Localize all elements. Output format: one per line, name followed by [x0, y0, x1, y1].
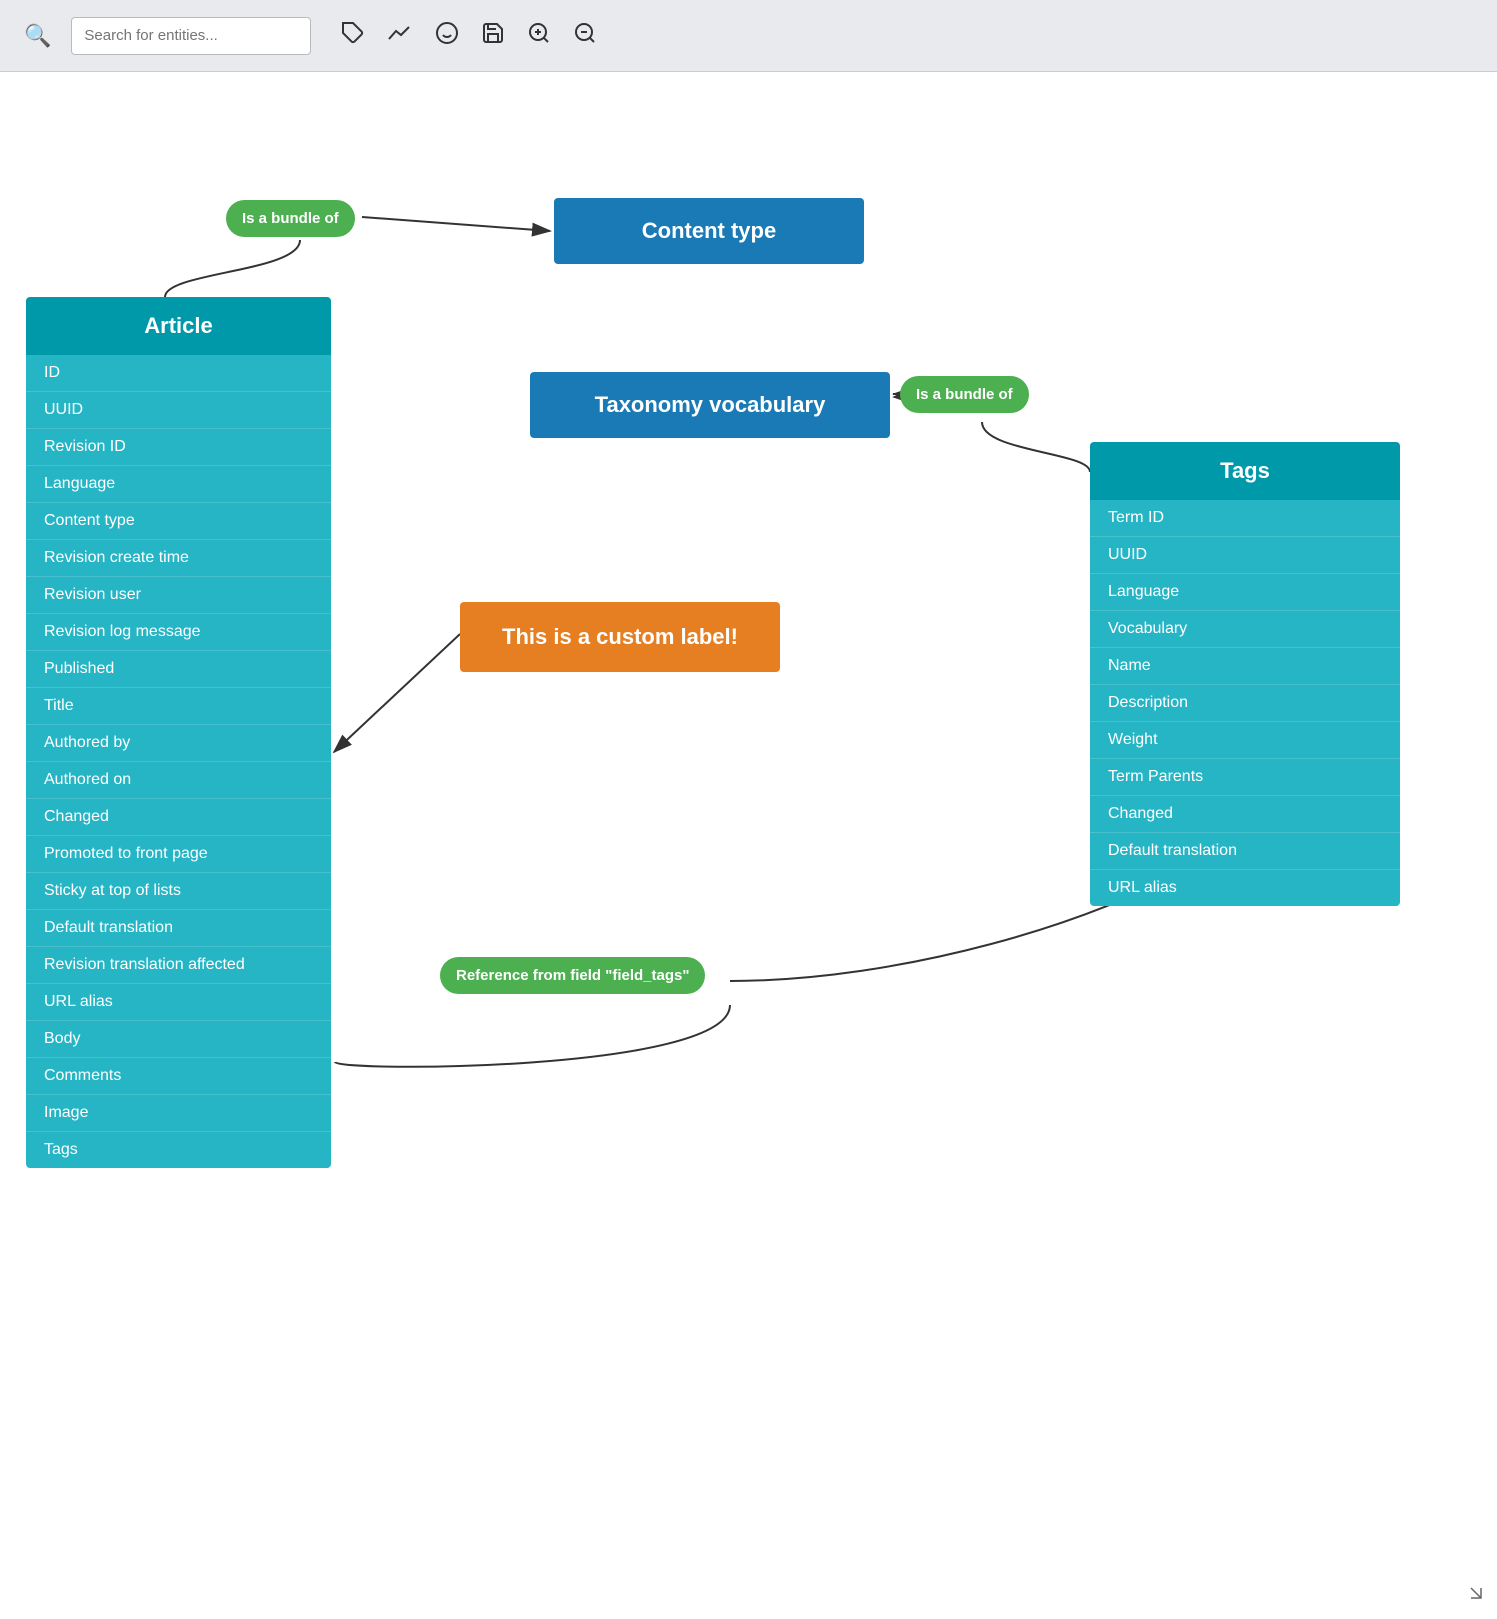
article-entity[interactable]: Article IDUUIDRevision IDLanguageContent… [26, 297, 331, 1168]
article-field-item: Tags [26, 1132, 331, 1168]
tags-field-item: Changed [1090, 796, 1400, 833]
article-fields: IDUUIDRevision IDLanguageContent typeRev… [26, 355, 331, 1168]
bundle-of-2-label[interactable]: Is a bundle of [900, 376, 1029, 413]
save-icon[interactable] [481, 21, 505, 51]
content-type-label[interactable]: Content type [554, 198, 864, 264]
ref-field-tags-label[interactable]: Reference from field "field_tags" [440, 957, 705, 994]
article-field-item: Revision create time [26, 540, 331, 577]
tags-field-item: URL alias [1090, 870, 1400, 906]
canvas: Is a bundle of Content type Taxonomy voc… [0, 72, 1497, 1619]
article-field-item: Content type [26, 503, 331, 540]
article-field-item: Revision user [26, 577, 331, 614]
tags-field-item: UUID [1090, 537, 1400, 574]
zoom-in-icon[interactable] [527, 21, 551, 51]
article-field-item: Authored on [26, 762, 331, 799]
article-field-item: Revision ID [26, 429, 331, 466]
tags-field-item: Default translation [1090, 833, 1400, 870]
toolbar-icons [341, 21, 597, 51]
article-title: Article [26, 297, 331, 355]
article-field-item: URL alias [26, 984, 331, 1021]
tags-field-item: Language [1090, 574, 1400, 611]
corner-icon [1467, 1584, 1485, 1607]
article-field-item: Revision translation affected [26, 947, 331, 984]
article-field-item: Image [26, 1095, 331, 1132]
taxonomy-vocab-label[interactable]: Taxonomy vocabulary [530, 372, 890, 438]
article-field-item: Revision log message [26, 614, 331, 651]
article-field-item: Title [26, 688, 331, 725]
search-input[interactable] [71, 17, 311, 55]
bundle-of-1-label[interactable]: Is a bundle of [226, 200, 355, 237]
article-field-item: Body [26, 1021, 331, 1058]
article-field-item: Changed [26, 799, 331, 836]
article-field-item: Language [26, 466, 331, 503]
tags-field-item: Term ID [1090, 500, 1400, 537]
tags-field-item: Name [1090, 648, 1400, 685]
article-field-item: Published [26, 651, 331, 688]
article-field-item: UUID [26, 392, 331, 429]
article-field-item: Sticky at top of lists [26, 873, 331, 910]
tags-field-item: Weight [1090, 722, 1400, 759]
toolbar: 🔍 [0, 0, 1497, 72]
custom-label[interactable]: This is a custom label! [460, 602, 780, 672]
tags-fields: Term IDUUIDLanguageVocabularyNameDescrip… [1090, 500, 1400, 906]
chart-icon[interactable] [387, 21, 413, 51]
article-field-item: ID [26, 355, 331, 392]
tags-entity[interactable]: Tags Term IDUUIDLanguageVocabularyNameDe… [1090, 442, 1400, 906]
tags-title: Tags [1090, 442, 1400, 500]
tags-field-item: Description [1090, 685, 1400, 722]
search-icon[interactable]: 🔍 [24, 23, 51, 49]
tags-field-item: Vocabulary [1090, 611, 1400, 648]
article-field-item: Promoted to front page [26, 836, 331, 873]
label-icon[interactable] [341, 21, 365, 51]
article-field-item: Authored by [26, 725, 331, 762]
tags-field-item: Term Parents [1090, 759, 1400, 796]
article-field-item: Default translation [26, 910, 331, 947]
article-field-item: Comments [26, 1058, 331, 1095]
zoom-out-icon[interactable] [573, 21, 597, 51]
person-icon[interactable] [435, 21, 459, 51]
